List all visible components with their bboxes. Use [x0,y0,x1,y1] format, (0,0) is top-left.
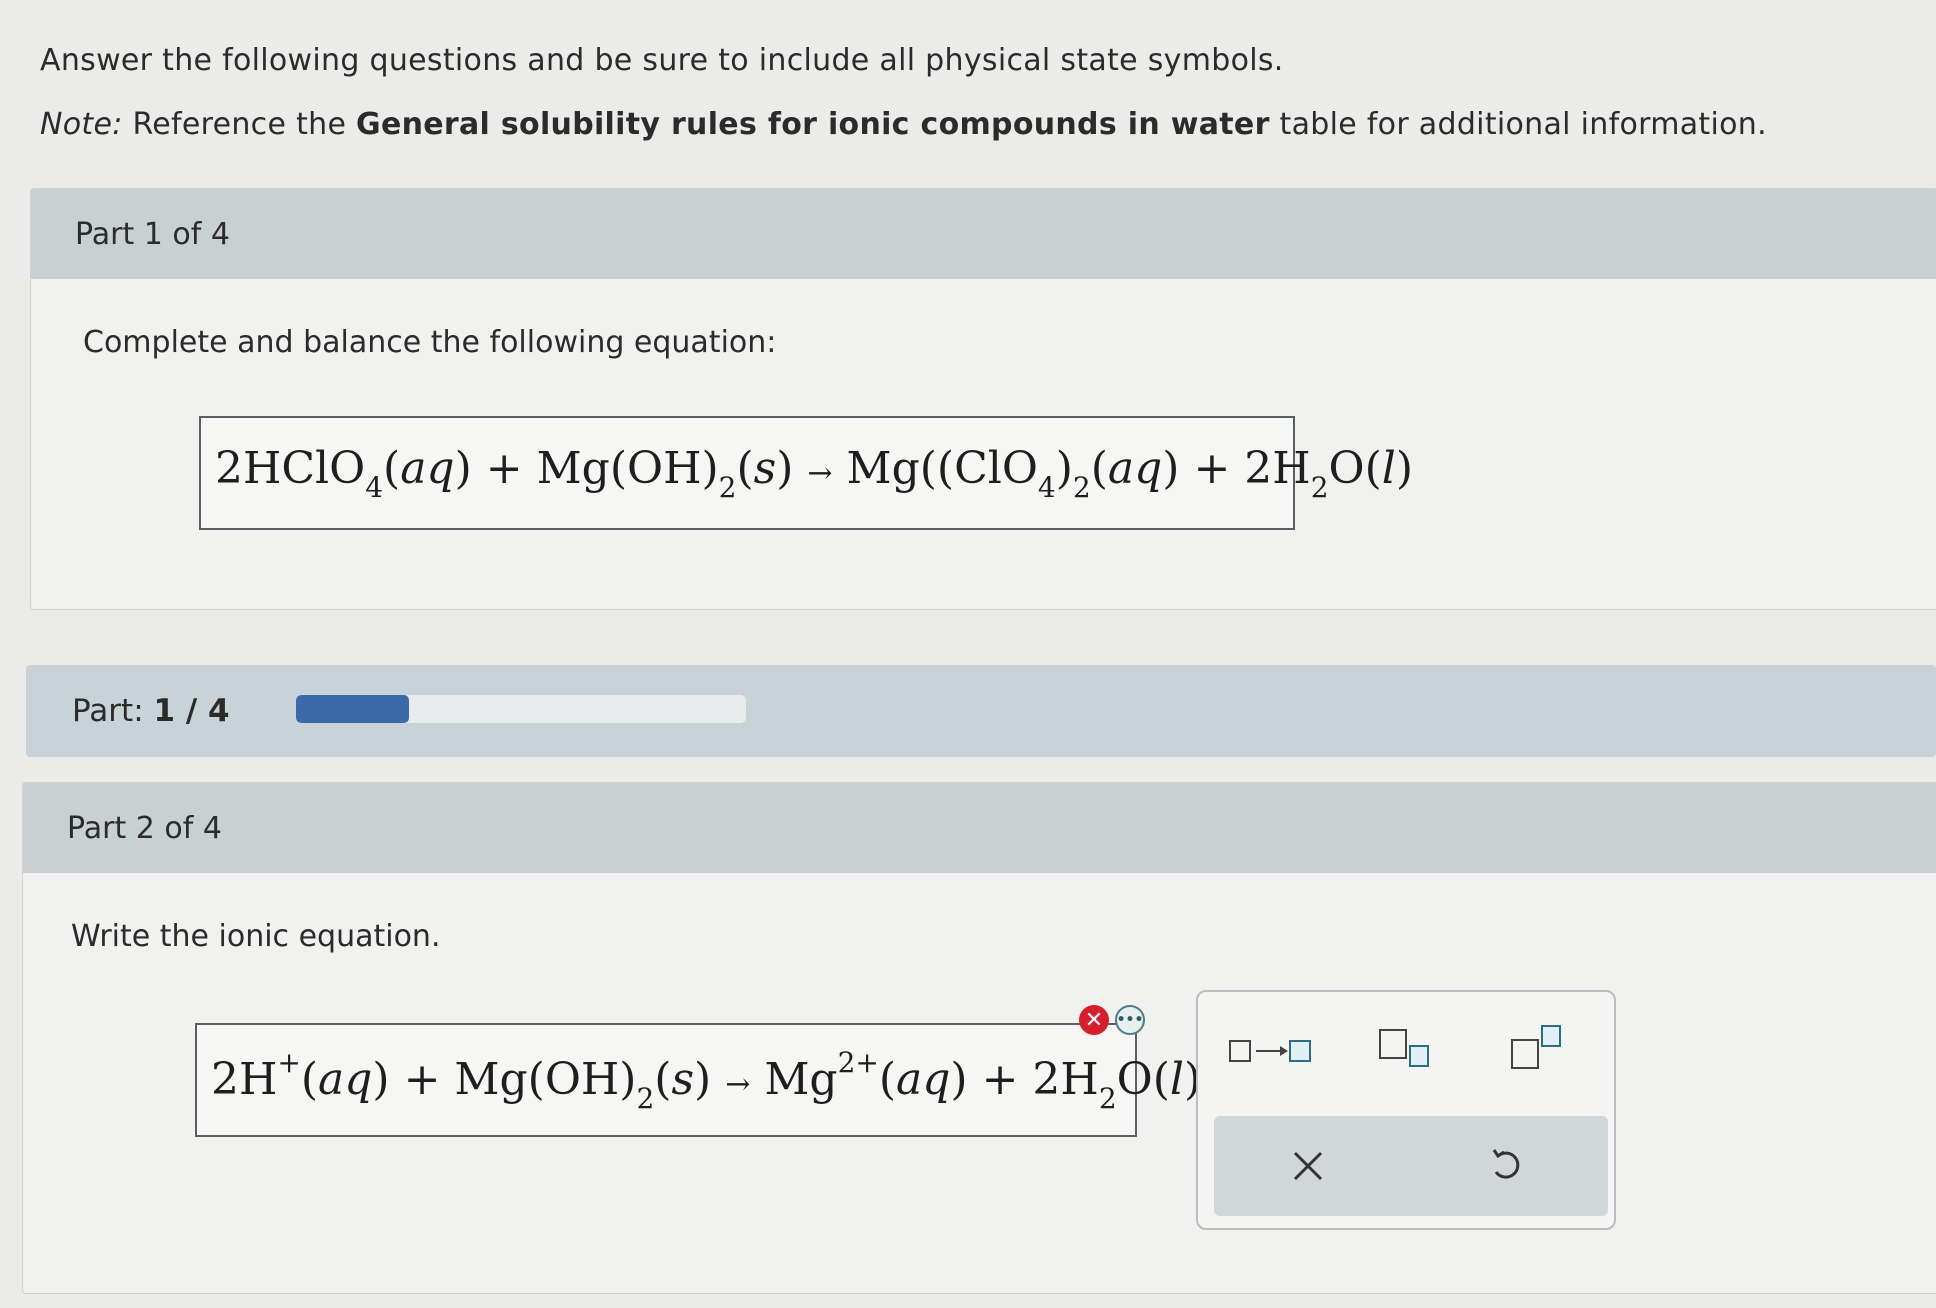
progress-track [296,695,746,723]
part2-card: Part 2 of 4 Write the ionic equation. 2H… [22,782,1936,1294]
progress-fill [296,695,409,723]
part-progress-label: Part: 1 / 4 [72,693,230,729]
undo-icon[interactable] [1476,1138,1536,1194]
equation-tool-palette [1196,990,1616,1230]
part1-card: Part 1 of 4 Complete and balance the fol… [30,188,1936,610]
clear-icon[interactable] [1278,1138,1338,1194]
part-progress-bar: Part: 1 / 4 [26,665,1936,757]
error-x-icon[interactable]: ✕ [1079,1005,1109,1035]
note-line: Note: Reference the General solubility r… [40,108,1767,142]
superscript-icon[interactable] [1510,1024,1570,1078]
note-text-post: table for additional information. [1269,107,1767,142]
instructions: Answer the following questions and be su… [40,44,1767,142]
reaction-arrow: → [725,1066,751,1102]
more-dots-icon[interactable]: ••• [1115,1005,1145,1035]
part2-equation: 2H+(aq) + Mg(OH)2(s) → Mg2+(aq) + 2H2O(l… [211,1045,1202,1115]
part1-equation: 2HClO4(aq) + Mg(OH)2(s) → Mg((ClO4)2(aq)… [215,442,1414,504]
part2-title: Part 2 of 4 [67,810,222,846]
part1-prompt: Complete and balance the following equat… [83,325,777,360]
note-label: Note: [40,107,123,142]
reaction-arrow-icon[interactable] [1228,1034,1314,1072]
palette-actions [1214,1116,1608,1216]
note-text-pre: Reference the [122,107,357,142]
part1-equation-box: 2HClO4(aq) + Mg(OH)2(s) → Mg((ClO4)2(aq)… [199,416,1413,530]
part2-prompt: Write the ionic equation. [71,919,441,954]
reaction-arrow: → [807,455,833,491]
part2-header: Part 2 of 4 [23,783,1936,873]
part1-header: Part 1 of 4 [31,189,1936,279]
instruction-line: Answer the following questions and be su… [40,43,1284,78]
part1-title: Part 1 of 4 [75,216,230,252]
subscript-icon[interactable] [1378,1026,1438,1076]
part2-answer-input[interactable]: 2H+(aq) + Mg(OH)2(s) → Mg2+(aq) + 2H2O(l… [195,1023,1201,1137]
solubility-rules-link[interactable]: General solubility rules for ionic compo… [356,107,1270,142]
